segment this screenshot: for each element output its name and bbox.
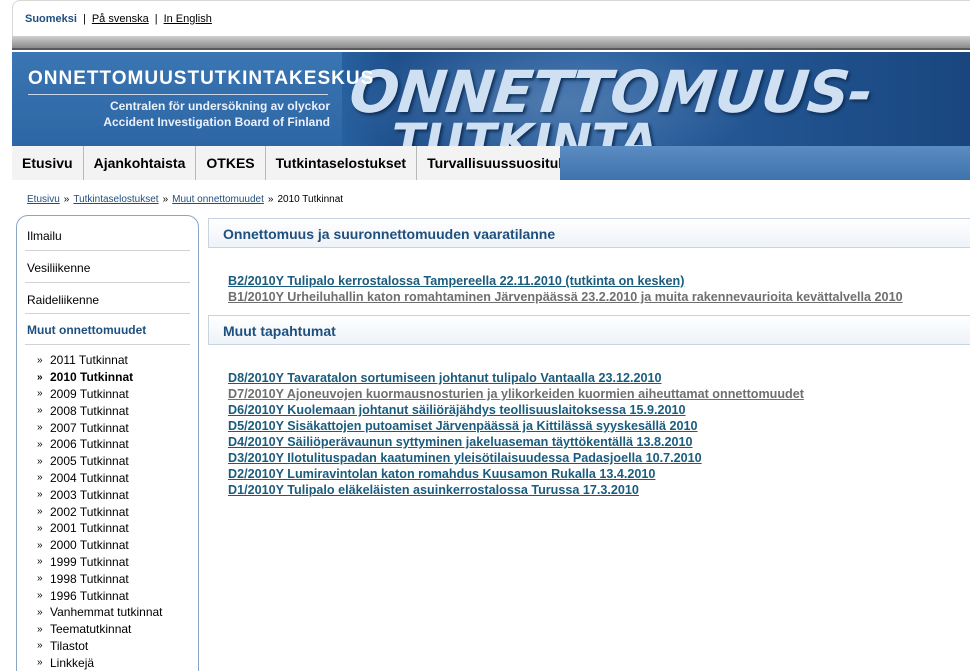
sidebar-subitem[interactable]: » 1996 Tutkinnat (37, 587, 197, 604)
report-link[interactable]: B2/2010Y Tulipalo kerrostalossa Tamperee… (228, 273, 903, 289)
sidebar-subitem-label: 1996 Tutkinnat (50, 588, 129, 603)
header-divider (12, 36, 970, 50)
sidebar-item-raideliikenne[interactable]: Raideliikenne (27, 293, 99, 307)
site-logo-title[interactable]: ONNETTOMUUSTUTKINTAKESKUS (28, 68, 374, 90)
bullet-icon: » (37, 522, 43, 534)
bullet-icon: » (37, 590, 43, 602)
sidebar-item-ilmailu[interactable]: Ilmailu (27, 229, 62, 243)
main-nav: Etusivu Ajankohtaista OTKES Tutkintaselo… (12, 146, 970, 180)
sidebar-subitem-label: 2004 Tutkinnat (50, 470, 129, 485)
bullet-icon: » (37, 623, 43, 635)
bullet-icon: » (37, 539, 43, 551)
bullet-icon: » (37, 606, 43, 618)
report-link[interactable]: D7/2010Y Ajoneuvojen kuormausnosturien j… (228, 386, 804, 402)
nav-filler (560, 146, 970, 180)
report-link[interactable]: D1/2010Y Tulipalo eläkeläisten asuinkerr… (228, 482, 804, 498)
sidebar-subitem-label: 2010 Tutkinnat (50, 370, 134, 385)
nav-etusivu[interactable]: Etusivu (12, 146, 84, 180)
sidebar-subitem[interactable]: » Tilastot (37, 638, 197, 655)
sidebar-subitem[interactable]: » Linkkejä (37, 654, 197, 671)
bullet-icon: » (37, 489, 43, 501)
sidebar-subitem[interactable]: » 2002 Tutkinnat (37, 503, 197, 520)
sidebar-subitem-label: 2001 Tutkinnat (50, 521, 129, 536)
site-banner: ONNETTOMUUS- TUTKINTA ONNETTOMUUSTUTKINT… (12, 52, 970, 146)
breadcrumb-tutkintaselostukset[interactable]: Tutkintaselostukset (73, 194, 158, 205)
sidebar-subitem-label: 2003 Tutkinnat (50, 487, 129, 502)
sidebar-subitem[interactable]: » 2011 Tutkinnat (37, 352, 197, 369)
breadcrumb-muut-onnettomuudet[interactable]: Muut onnettomuudet (172, 194, 264, 205)
banner-subtitle-english: Accident Investigation Board of Finland (103, 115, 330, 129)
bullet-icon: » (37, 405, 43, 417)
language-links: Suomeksi | På svenska | In English (25, 13, 212, 25)
report-link[interactable]: D4/2010Y Säiliöperävaunun syttyminen jak… (228, 434, 804, 450)
sidebar-subitem-label: Vanhemmat tutkinnat (50, 605, 163, 620)
breadcrumb-current: 2010 Tutkinnat (277, 194, 344, 205)
sidebar-subitem-label: Tilastot (50, 638, 89, 653)
sidebar-subitem-label: 1999 Tutkinnat (50, 554, 129, 569)
report-link[interactable]: D6/2010Y Kuolemaan johtanut säiliöräjähd… (228, 402, 804, 418)
sidebar-subitem[interactable]: » 2010 Tutkinnat (37, 369, 197, 386)
lang-finnish: Suomeksi (25, 13, 77, 25)
sidebar-item-muut-onnettomuudet[interactable]: Muut onnettomuudet (27, 323, 146, 337)
bullet-icon: » (37, 506, 43, 518)
breadcrumb-etusivu[interactable]: Etusivu (27, 194, 60, 205)
bullet-icon: » (37, 472, 43, 484)
sidebar-item-vesiliikenne[interactable]: Vesiliikenne (27, 261, 90, 275)
banner-subtitle-swedish: Centralen för undersökning av olyckor (109, 99, 330, 113)
section-header-muut-tapahtumat: Muut tapahtumat (208, 315, 970, 345)
report-link[interactable]: D5/2010Y Sisäkattojen putoamiset Järvenp… (228, 418, 804, 434)
sidebar-subitem-label: 2002 Tutkinnat (50, 504, 129, 519)
bullet-icon: » (37, 438, 43, 450)
sidebar-subitem-label: 2000 Tutkinnat (50, 538, 129, 553)
bullet-icon: » (37, 354, 43, 366)
sidebar-subitem[interactable]: » 2008 Tutkinnat (37, 402, 197, 419)
sidebar-subitem[interactable]: » 1998 Tutkinnat (37, 570, 197, 587)
sidebar-subitem[interactable]: » 2001 Tutkinnat (37, 520, 197, 537)
section-links-muut-tapahtumat: D8/2010Y Tavaratalon sortumiseen johtanu… (228, 370, 804, 498)
bullet-icon: » (37, 640, 43, 652)
report-link[interactable]: D2/2010Y Lumiravintolan katon romahdus K… (228, 466, 804, 482)
sidebar-subitem[interactable]: » 2007 Tutkinnat (37, 419, 197, 436)
report-link[interactable]: D8/2010Y Tavaratalon sortumiseen johtanu… (228, 370, 804, 386)
sidebar-subitem[interactable]: » 2006 Tutkinnat (37, 436, 197, 453)
bullet-icon: » (37, 388, 43, 400)
sidebar-sublist: » 2011 Tutkinnat » 2010 Tutkinnat » 2009 Tutk… (37, 352, 197, 671)
language-bar: Suomeksi | På svenska | In English (12, 0, 970, 36)
sidebar-subitem[interactable]: » 2004 Tutkinnat (37, 470, 197, 487)
sidebar-subitem-label: 2008 Tutkinnat (50, 403, 129, 418)
bullet-icon: » (37, 556, 43, 568)
sidebar-subitem-label: 2005 Tutkinnat (50, 454, 129, 469)
report-link[interactable]: D3/2010Y Ilotulituspadan kaatuminen ylei… (228, 450, 804, 466)
breadcrumb: Etusivu» Tutkintaselostukset» Muut onnetto… (27, 194, 344, 205)
sidebar-subitem[interactable]: » 2005 Tutkinnat (37, 453, 197, 470)
sidebar-subitem-label: 2011 Tutkinnat (50, 353, 128, 368)
sidebar-subitem[interactable]: » Vanhemmat tutkinnat (37, 604, 197, 621)
section-header-onnettomuus: Onnettomuus ja suuronnettomuuden vaarati… (208, 218, 970, 248)
sidebar-subitem-label: 2007 Tutkinnat (50, 420, 129, 435)
lang-swedish-link[interactable]: På svenska (92, 13, 149, 25)
sidebar-subitem[interactable]: » 1999 Tutkinnat (37, 554, 197, 571)
bullet-icon: » (37, 371, 43, 383)
bullet-icon: » (37, 422, 43, 434)
bullet-icon: » (37, 573, 43, 585)
nav-tutkintaselostukset[interactable]: Tutkintaselostukset (266, 146, 418, 180)
sidebar-subitem-label: 2006 Tutkinnat (50, 437, 129, 452)
banner-graphic-text-2: TUTKINTA (392, 114, 658, 146)
sidebar-subitem-label: Teematutkinnat (50, 622, 132, 637)
lang-english-link[interactable]: In English (164, 13, 212, 25)
sidebar-subitem-label: 1998 Tutkinnat (50, 571, 129, 586)
sidebar-subitem-label: 2009 Tutkinnat (50, 386, 129, 401)
sidebar-subitem[interactable]: » 2003 Tutkinnat (37, 486, 197, 503)
sidebar-subitem[interactable]: » 2000 Tutkinnat (37, 537, 197, 554)
sidebar: Ilmailu Vesiliikenne Raideliikenne Muut … (16, 215, 199, 671)
section-links-onnettomuus: B2/2010Y Tulipalo kerrostalossa Tamperee… (228, 273, 903, 305)
bullet-icon: » (37, 455, 43, 467)
report-link[interactable]: B1/2010Y Urheiluhallin katon romahtamine… (228, 289, 903, 305)
nav-ajankohtaista[interactable]: Ajankohtaista (84, 146, 197, 180)
sidebar-subitem-label: Linkkejä (50, 655, 95, 670)
sidebar-subitem[interactable]: » 2009 Tutkinnat (37, 386, 197, 403)
sidebar-subitem[interactable]: » Teematutkinnat (37, 621, 197, 638)
nav-otkes[interactable]: OTKES (196, 146, 266, 180)
bullet-icon: » (37, 657, 43, 669)
